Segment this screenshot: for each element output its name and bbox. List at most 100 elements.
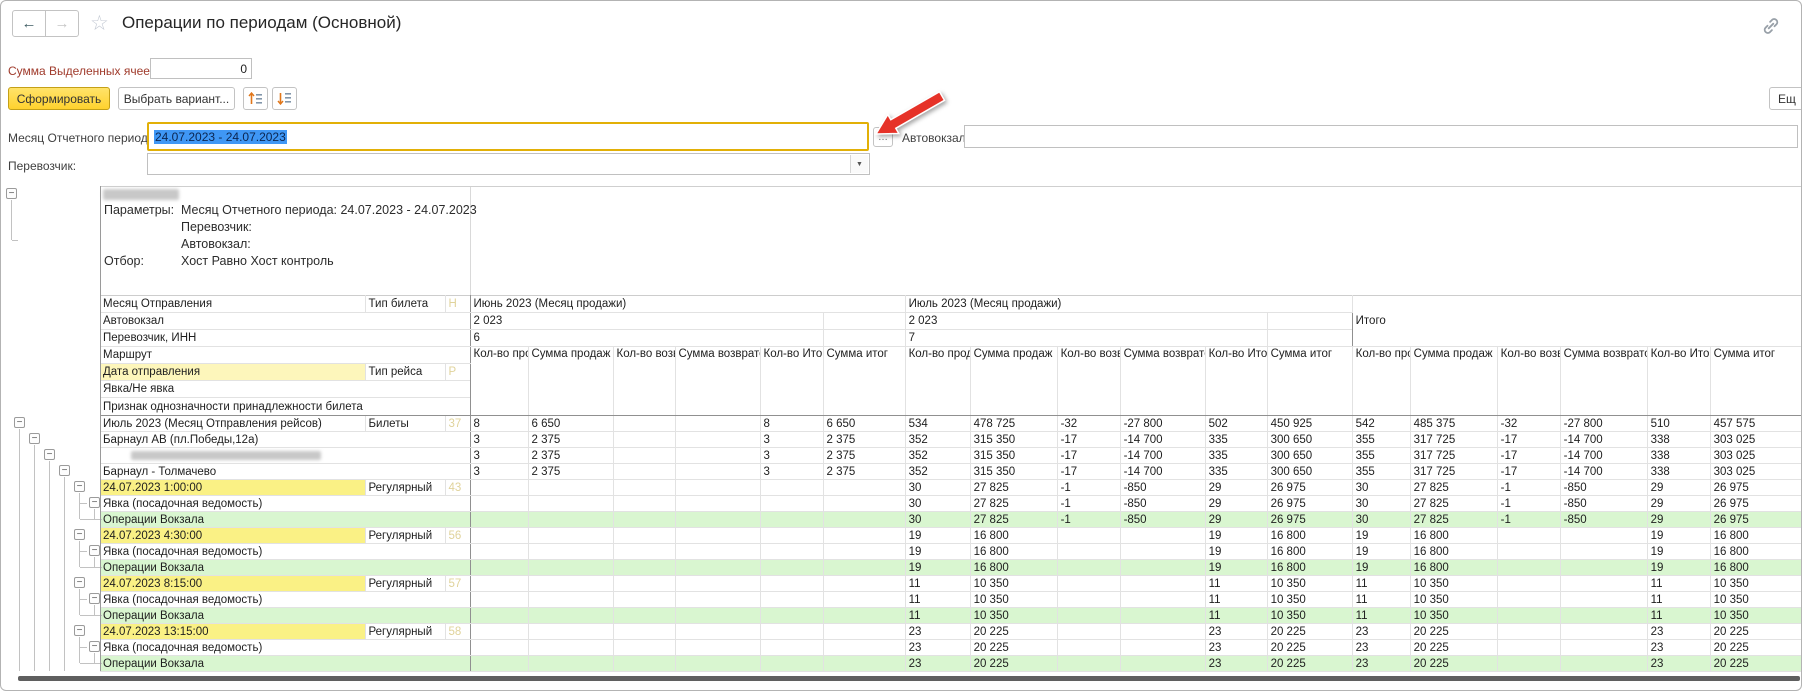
value-cell[interactable]: 16 800: [1410, 528, 1497, 544]
value-cell[interactable]: [675, 480, 760, 496]
value-cell[interactable]: 3: [760, 464, 823, 480]
value-cell[interactable]: [1560, 608, 1647, 624]
value-cell[interactable]: -850: [1560, 512, 1647, 528]
value-cell[interactable]: 10 350: [1267, 576, 1352, 592]
value-cell[interactable]: [613, 528, 675, 544]
row-header[interactable]: Тип билета: [365, 296, 445, 313]
value-cell[interactable]: [528, 544, 613, 560]
value-cell[interactable]: 303 025: [1710, 432, 1802, 448]
measure-header[interactable]: Сумма итог: [1267, 347, 1352, 416]
value-cell[interactable]: 355: [1352, 464, 1410, 480]
value-cell[interactable]: 2 375: [528, 464, 613, 480]
measure-header[interactable]: Сумма продаж: [970, 347, 1057, 416]
value-cell[interactable]: 315 350: [970, 432, 1057, 448]
value-cell[interactable]: [1560, 592, 1647, 608]
value-cell[interactable]: [760, 512, 823, 528]
value-cell[interactable]: [823, 512, 905, 528]
value-cell[interactable]: [1497, 608, 1560, 624]
value-cell[interactable]: 16 800: [1267, 560, 1352, 576]
value-cell[interactable]: 317 725: [1410, 432, 1497, 448]
departure-date-cell[interactable]: 24.07.2023 4:30:00: [100, 528, 365, 544]
value-cell[interactable]: [1120, 656, 1205, 672]
value-cell[interactable]: 10 350: [1410, 576, 1497, 592]
row-header-date[interactable]: Дата отправления: [100, 364, 365, 381]
value-cell[interactable]: 23: [1647, 656, 1710, 672]
value-cell[interactable]: 2 375: [823, 448, 905, 464]
measure-header[interactable]: Кол-во возвратов: [1497, 347, 1560, 416]
value-cell[interactable]: 23: [1352, 656, 1410, 672]
value-cell[interactable]: 30: [1352, 480, 1410, 496]
value-cell[interactable]: 19: [1352, 560, 1410, 576]
group-value[interactable]: 2 023: [470, 313, 823, 330]
value-cell[interactable]: 26 975: [1267, 496, 1352, 512]
value-cell[interactable]: 19: [1205, 560, 1267, 576]
back-button[interactable]: ←: [12, 10, 46, 37]
group-value-rest[interactable]: [1267, 313, 1352, 330]
value-cell[interactable]: [760, 528, 823, 544]
redacted-label[interactable]: [100, 448, 470, 464]
value-cell[interactable]: 3: [760, 432, 823, 448]
value-cell[interactable]: [1120, 592, 1205, 608]
value-cell[interactable]: [1497, 560, 1560, 576]
dropdown-icon[interactable]: ▼: [850, 155, 868, 173]
value-cell[interactable]: 11: [905, 608, 970, 624]
value-cell[interactable]: 16 800: [1267, 528, 1352, 544]
value-cell[interactable]: [760, 480, 823, 496]
departure-date-cell[interactable]: 24.07.2023 13:15:00: [100, 624, 365, 640]
value-cell[interactable]: [613, 608, 675, 624]
group-value-rest[interactable]: [823, 313, 905, 330]
value-cell[interactable]: [1560, 560, 1647, 576]
value-cell[interactable]: [675, 464, 760, 480]
group-value-rest[interactable]: [823, 330, 905, 347]
value-cell[interactable]: 16 800: [970, 528, 1057, 544]
value-cell[interactable]: [760, 656, 823, 672]
value-cell[interactable]: [823, 592, 905, 608]
value-cell[interactable]: [613, 576, 675, 592]
value-cell[interactable]: [760, 592, 823, 608]
value-cell[interactable]: [470, 640, 528, 656]
value-cell[interactable]: [675, 560, 760, 576]
value-cell[interactable]: 27 825: [970, 496, 1057, 512]
value-cell[interactable]: 10 350: [970, 592, 1057, 608]
value-cell[interactable]: 478 725: [970, 416, 1057, 432]
value-cell[interactable]: 300 650: [1267, 432, 1352, 448]
value-cell[interactable]: [470, 560, 528, 576]
value-cell[interactable]: 26 975: [1710, 480, 1802, 496]
value-cell[interactable]: 30: [905, 496, 970, 512]
value-cell[interactable]: [1120, 640, 1205, 656]
collapse-expander[interactable]: −: [89, 545, 100, 556]
value-cell[interactable]: [760, 624, 823, 640]
value-cell[interactable]: 29: [1647, 480, 1710, 496]
value-cell[interactable]: -17: [1497, 448, 1560, 464]
value-cell[interactable]: [823, 560, 905, 576]
value-cell[interactable]: [760, 560, 823, 576]
value-cell[interactable]: [823, 576, 905, 592]
sum-selected-input[interactable]: 0: [150, 58, 252, 79]
value-cell[interactable]: 300 650: [1267, 464, 1352, 480]
value-cell[interactable]: -14 700: [1560, 464, 1647, 480]
choose-variant-button[interactable]: Выбрать вариант...: [118, 87, 235, 110]
type-cell[interactable]: Билеты: [365, 416, 445, 432]
value-cell[interactable]: 10 350: [1410, 592, 1497, 608]
group-header-june[interactable]: Июнь 2023 (Месяц продажи): [470, 296, 905, 313]
value-cell[interactable]: 16 800: [1410, 544, 1497, 560]
value-cell[interactable]: 352: [905, 448, 970, 464]
value-cell[interactable]: -14 700: [1120, 432, 1205, 448]
value-cell[interactable]: [1560, 656, 1647, 672]
value-cell[interactable]: 19: [1647, 544, 1710, 560]
value-cell[interactable]: 29: [1647, 496, 1710, 512]
hidden-tag[interactable]: 58: [445, 624, 470, 640]
value-cell[interactable]: [613, 432, 675, 448]
hidden-tag[interactable]: 57: [445, 576, 470, 592]
value-cell[interactable]: [613, 416, 675, 432]
value-cell[interactable]: [528, 480, 613, 496]
value-cell[interactable]: [760, 544, 823, 560]
value-cell[interactable]: 338: [1647, 464, 1710, 480]
value-cell[interactable]: [1120, 624, 1205, 640]
value-cell[interactable]: -27 800: [1560, 416, 1647, 432]
value-cell[interactable]: 20 225: [1267, 624, 1352, 640]
value-cell[interactable]: [675, 656, 760, 672]
value-cell[interactable]: [470, 608, 528, 624]
value-cell[interactable]: -17: [1497, 432, 1560, 448]
group-label[interactable]: Июль 2023 (Месяц Отправления рейсов): [100, 416, 365, 432]
